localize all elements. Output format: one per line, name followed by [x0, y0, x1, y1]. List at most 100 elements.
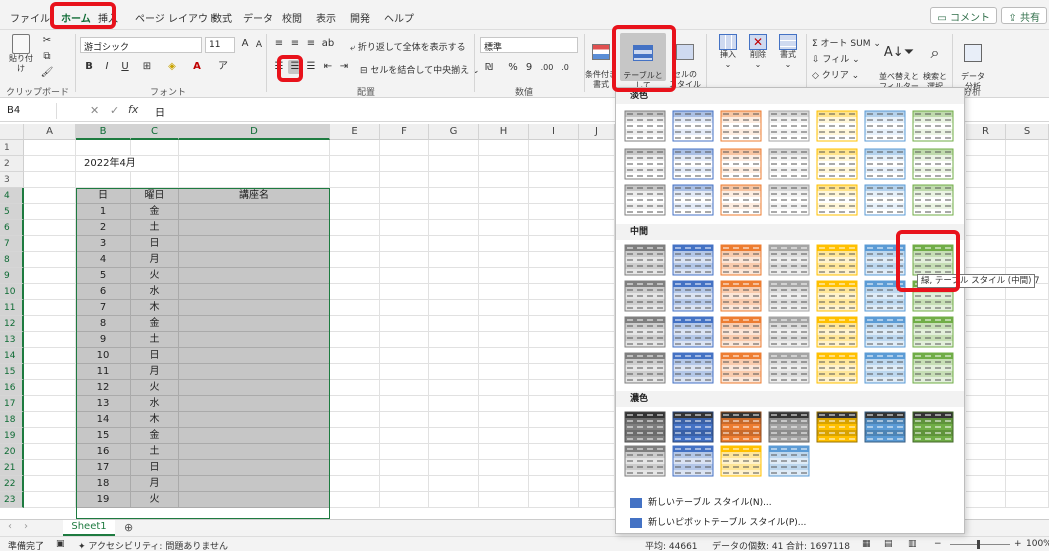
cell[interactable]: 12 [76, 380, 131, 396]
cell[interactable]: 曜日 [131, 188, 179, 204]
table-style-medium[interactable] [864, 280, 906, 312]
table-style-light[interactable] [720, 184, 762, 216]
cell[interactable] [529, 444, 579, 460]
cell[interactable]: 9 [76, 332, 131, 348]
cell[interactable] [330, 188, 380, 204]
cell[interactable] [966, 316, 1006, 332]
sheet-tab-sheet1[interactable]: Sheet1 [63, 520, 115, 536]
cell[interactable]: 16 [76, 444, 131, 460]
cell[interactable]: 火 [131, 268, 179, 284]
cell[interactable] [330, 172, 380, 188]
cell[interactable] [380, 316, 429, 332]
cell[interactable] [529, 188, 579, 204]
cell[interactable]: 水 [131, 284, 179, 300]
cell[interactable]: 3 [76, 236, 131, 252]
format-painter-icon[interactable]: 🖌 [40, 66, 54, 80]
add-sheet-icon[interactable]: ⊕ [124, 521, 133, 534]
cell[interactable] [529, 284, 579, 300]
grow-font-icon[interactable]: A [238, 37, 252, 51]
table-style-light[interactable] [816, 148, 858, 180]
cell[interactable] [76, 140, 131, 156]
cell[interactable]: 11 [76, 364, 131, 380]
cell[interactable] [179, 316, 330, 332]
cell[interactable] [579, 188, 615, 204]
cell[interactable] [179, 300, 330, 316]
cell[interactable] [1006, 460, 1049, 476]
cell[interactable] [529, 140, 579, 156]
cell[interactable] [330, 316, 380, 332]
row-header[interactable]: 22 [0, 476, 24, 492]
cell[interactable] [966, 236, 1006, 252]
cell[interactable] [380, 220, 429, 236]
cell[interactable] [966, 364, 1006, 380]
cell[interactable] [380, 172, 429, 188]
cell[interactable] [529, 476, 579, 492]
cell[interactable] [579, 140, 615, 156]
align-top-icon[interactable]: ≡ [272, 37, 286, 51]
table-style-medium[interactable] [912, 352, 954, 384]
cell[interactable] [966, 412, 1006, 428]
column-header-s[interactable]: S [1006, 124, 1049, 140]
cell[interactable] [1006, 492, 1049, 508]
cell[interactable] [24, 444, 76, 460]
table-style-light[interactable] [720, 148, 762, 180]
cell[interactable] [24, 364, 76, 380]
table-style-light[interactable] [624, 148, 666, 180]
cell[interactable] [579, 284, 615, 300]
cell[interactable] [380, 380, 429, 396]
cell[interactable] [24, 380, 76, 396]
cell[interactable] [330, 380, 380, 396]
decrease-indent-icon[interactable]: ⇤ [321, 60, 335, 74]
cell[interactable]: 4 [76, 252, 131, 268]
cell[interactable] [529, 268, 579, 284]
cell[interactable] [24, 316, 76, 332]
tab-view[interactable]: 表示 [316, 10, 336, 25]
decrease-decimal-icon[interactable]: .0 [558, 61, 572, 75]
paste-button[interactable]: 貼り付け [6, 34, 36, 74]
insert-cells-button[interactable]: 挿入 ⌄ [713, 34, 743, 70]
column-header-g[interactable]: G [429, 124, 479, 140]
cell[interactable] [966, 252, 1006, 268]
table-style-medium[interactable] [672, 316, 714, 348]
delete-cells-button[interactable]: ✕ 削除 ⌄ [743, 34, 773, 70]
copy-icon[interactable]: ⧉ [40, 50, 54, 64]
table-style-light[interactable] [912, 148, 954, 180]
cell[interactable]: 2 [76, 220, 131, 236]
cell[interactable] [579, 396, 615, 412]
cell[interactable] [529, 364, 579, 380]
table-style-light[interactable] [720, 110, 762, 142]
table-style-light[interactable] [912, 184, 954, 216]
cell[interactable] [479, 412, 529, 428]
cell[interactable] [429, 156, 479, 172]
cell[interactable] [1006, 364, 1049, 380]
cell[interactable] [179, 252, 330, 268]
column-header-b[interactable]: B [76, 124, 131, 140]
cell[interactable] [380, 284, 429, 300]
row-header[interactable]: 23 [0, 492, 24, 508]
cell[interactable] [330, 268, 380, 284]
row-header[interactable]: 5 [0, 204, 24, 220]
cell[interactable] [330, 364, 380, 380]
cell[interactable] [24, 284, 76, 300]
table-style-dark[interactable] [768, 445, 810, 477]
find-select-button[interactable]: ⌕ 検索と 選択 [920, 34, 950, 92]
cell[interactable] [966, 348, 1006, 364]
cell[interactable] [579, 220, 615, 236]
cell[interactable] [179, 476, 330, 492]
clear-button[interactable]: ◇ クリア ⌄ [812, 68, 859, 81]
cell[interactable] [131, 156, 179, 172]
cell[interactable] [1006, 396, 1049, 412]
increase-decimal-icon[interactable]: .00 [540, 61, 554, 75]
cell[interactable] [330, 140, 380, 156]
cell[interactable] [429, 284, 479, 300]
cell[interactable] [1006, 476, 1049, 492]
cell[interactable]: 金 [131, 316, 179, 332]
table-style-medium[interactable] [816, 352, 858, 384]
cell[interactable] [24, 204, 76, 220]
cell[interactable] [529, 172, 579, 188]
cell[interactable] [429, 332, 479, 348]
page-break-view-icon[interactable]: ▥ [908, 539, 917, 549]
function-icon[interactable]: fx [128, 103, 138, 116]
cell[interactable] [529, 204, 579, 220]
tab-insert[interactable]: 挿入 [98, 10, 118, 25]
